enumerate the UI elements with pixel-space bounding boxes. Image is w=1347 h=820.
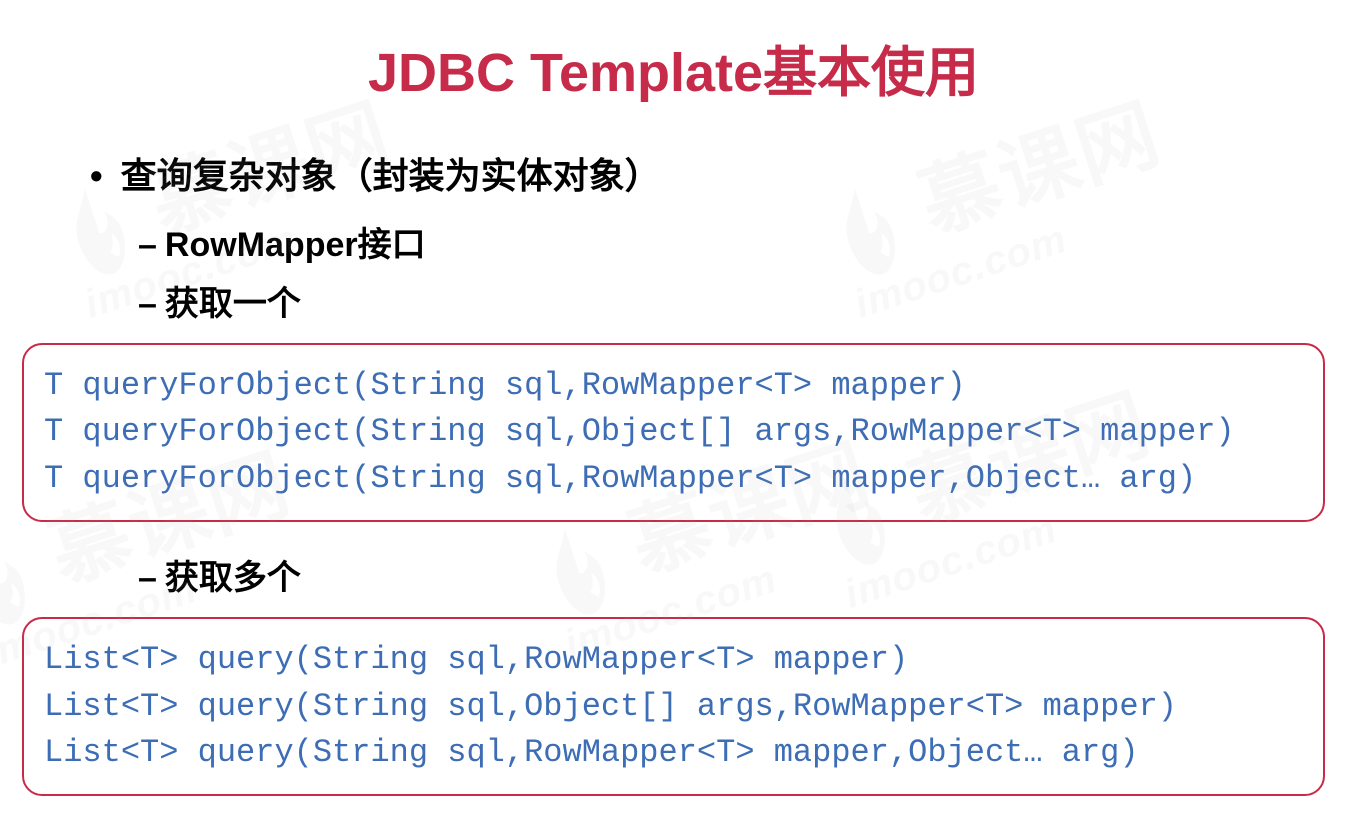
sub-item-rowmapper: –RowMapper接口 [138,217,1307,266]
bullet-main: • 查询复杂对象（封装为实体对象） [90,147,1307,199]
code-block-one: T queryForObject(String sql,RowMapper<T>… [22,343,1325,522]
code-line: List<T> query(String sql,RowMapper<T> ma… [44,734,1139,771]
code-block-many: List<T> query(String sql,RowMapper<T> ma… [22,617,1325,796]
code-line: T queryForObject(String sql,RowMapper<T>… [44,460,1196,497]
slide-title: JDBC Template基本使用 [0,28,1347,107]
dash-icon: – [138,226,157,264]
bullet-main-text: 查询复杂对象（封装为实体对象） [121,147,661,199]
code-line: T queryForObject(String sql,Object[] arg… [44,413,1235,450]
code-line: List<T> query(String sql,Object[] args,R… [44,688,1177,725]
bullet-dot-icon: • [90,155,103,197]
sub-item-get-one: –获取一个 [138,276,1307,325]
sub-item-get-many: –获取多个 [138,550,1307,599]
dash-icon: – [138,559,157,597]
dash-icon: – [138,285,157,323]
code-line: List<T> query(String sql,RowMapper<T> ma… [44,641,908,678]
code-line: T queryForObject(String sql,RowMapper<T>… [44,367,966,404]
